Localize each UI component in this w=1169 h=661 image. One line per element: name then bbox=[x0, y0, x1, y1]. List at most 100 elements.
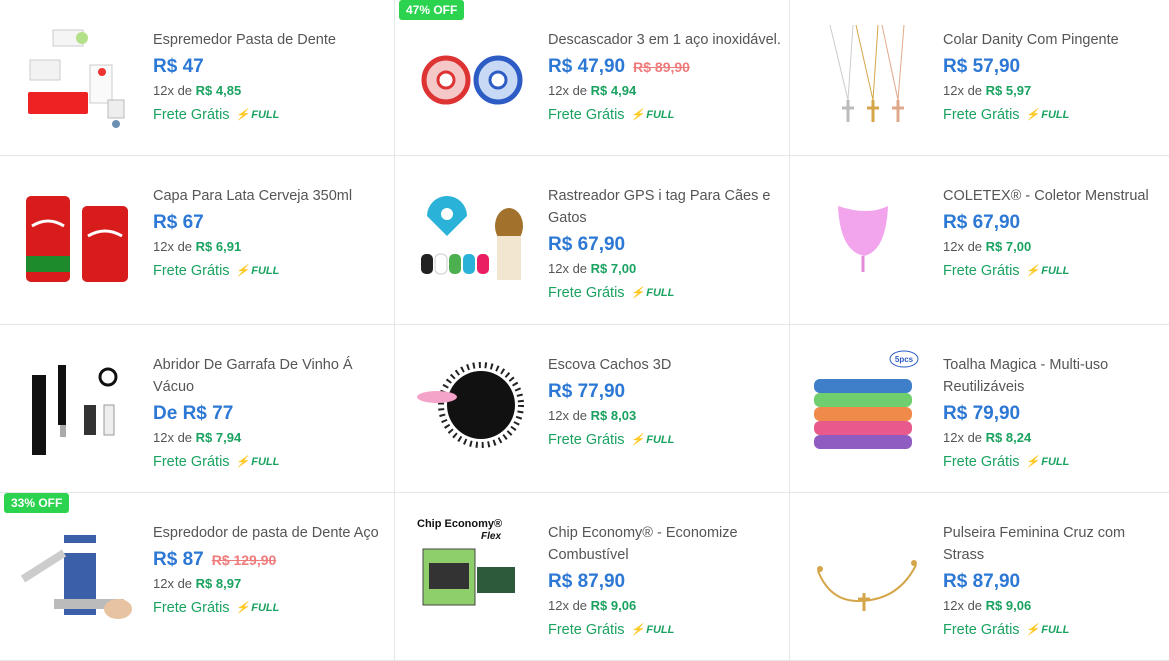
product-card[interactable]: Pulseira Feminina Cruz com Strass R$ 87,… bbox=[790, 493, 1169, 661]
full-badge: ⚡ FULL bbox=[631, 619, 675, 641]
full-badge: ⚡ FULL bbox=[1026, 451, 1070, 473]
installments: 12x de R$ 8,24 bbox=[943, 430, 1032, 445]
full-badge: ⚡ FULL bbox=[236, 451, 280, 473]
product-card[interactable]: 47% OFF Descascador 3 em 1 aço inoxidáve… bbox=[395, 0, 790, 156]
svg-text:Flex: Flex bbox=[481, 531, 501, 542]
product-card[interactable]: Capa Para Lata Cerveja 350ml R$ 67 12x d… bbox=[0, 156, 395, 325]
product-title[interactable]: Capa Para Lata Cerveja 350ml bbox=[153, 185, 386, 207]
lightning-icon: ⚡ bbox=[1025, 456, 1040, 468]
installments: 12x de R$ 9,06 bbox=[548, 598, 637, 613]
shipping: Frete Grátis ⚡ FULL bbox=[548, 429, 781, 451]
product-card[interactable]: Rastreador GPS i tag Para Cães e Gatos R… bbox=[395, 156, 790, 325]
full-badge: ⚡ FULL bbox=[236, 104, 280, 126]
full-badge: ⚡ FULL bbox=[1026, 104, 1070, 126]
product-title[interactable]: Espremedor Pasta de Dente bbox=[153, 29, 386, 51]
peeler-image[interactable] bbox=[413, 20, 533, 140]
installments: 12x de R$ 8,97 bbox=[153, 576, 242, 591]
can-cover-image[interactable] bbox=[18, 176, 138, 296]
product-title[interactable]: COLETEX® - Coletor Menstrual bbox=[943, 185, 1161, 207]
lightning-icon: ⚡ bbox=[1025, 624, 1040, 636]
installments: 12x de R$ 9,06 bbox=[943, 598, 1032, 613]
shipping: Frete Grátis ⚡ FULL bbox=[548, 104, 781, 126]
full-badge: ⚡ FULL bbox=[631, 429, 675, 451]
shipping: Frete Grátis ⚡ FULL bbox=[153, 104, 386, 126]
old-price: R$ 129,90 bbox=[211, 552, 277, 568]
shipping: Frete Grátis ⚡ FULL bbox=[153, 260, 386, 282]
product-price: R$ 57,90 bbox=[943, 56, 1021, 77]
product-price: R$ 87 bbox=[153, 549, 204, 570]
product-card[interactable]: Escova Cachos 3D R$ 77,90 12x de R$ 8,03… bbox=[395, 325, 790, 493]
menstrual-cup-image[interactable] bbox=[808, 176, 928, 296]
lightning-icon: ⚡ bbox=[235, 456, 250, 468]
discount-badge: 47% OFF bbox=[399, 0, 465, 20]
product-price: R$ 67,90 bbox=[943, 212, 1021, 233]
toothpaste-squeezer-image[interactable] bbox=[18, 20, 138, 140]
lightning-icon: ⚡ bbox=[235, 265, 250, 277]
installments: 12x de R$ 6,91 bbox=[153, 239, 242, 254]
lightning-icon: ⚡ bbox=[1025, 265, 1040, 277]
product-card[interactable]: COLETEX® - Coletor Menstrual R$ 67,90 12… bbox=[790, 156, 1169, 325]
shipping: Frete Grátis ⚡ FULL bbox=[943, 104, 1161, 126]
installments: 12x de R$ 5,97 bbox=[943, 83, 1032, 98]
product-title[interactable]: Abridor De Garrafa De Vinho Á Vácuo bbox=[153, 354, 386, 398]
product-price: R$ 79,90 bbox=[943, 403, 1021, 424]
product-price: R$ 47 bbox=[153, 56, 204, 77]
product-card[interactable]: Colar Danity Com Pingente R$ 57,90 12x d… bbox=[790, 0, 1169, 156]
shipping: Frete Grátis ⚡ FULL bbox=[153, 597, 386, 619]
shipping: Frete Grátis ⚡ FULL bbox=[548, 282, 781, 304]
product-card[interactable]: Abridor De Garrafa De Vinho Á Vácuo De R… bbox=[0, 325, 395, 493]
installments: 12x de R$ 7,00 bbox=[943, 239, 1032, 254]
installments: 12x de R$ 7,94 bbox=[153, 430, 242, 445]
wine-opener-image[interactable] bbox=[18, 345, 138, 465]
lightning-icon: ⚡ bbox=[235, 602, 250, 614]
full-badge: ⚡ FULL bbox=[631, 282, 675, 304]
product-title[interactable]: Espredodor de pasta de Dente Aço bbox=[153, 522, 386, 544]
product-grid: Espremedor Pasta de Dente R$ 47 12x de R… bbox=[0, 0, 1169, 661]
product-title[interactable]: Colar Danity Com Pingente bbox=[943, 29, 1161, 51]
product-title[interactable]: Rastreador GPS i tag Para Cães e Gatos bbox=[548, 185, 781, 229]
full-badge: ⚡ FULL bbox=[1026, 260, 1070, 282]
full-badge: ⚡ FULL bbox=[236, 260, 280, 282]
full-badge: ⚡ FULL bbox=[236, 597, 280, 619]
product-price: De R$ 77 bbox=[153, 403, 234, 424]
towels-image[interactable]: 5pcs bbox=[808, 345, 928, 465]
necklace-image[interactable] bbox=[808, 20, 928, 140]
product-card[interactable]: Chip Economy® Flex Chip Economy® - Econom… bbox=[395, 493, 790, 661]
product-price: R$ 47,90 bbox=[548, 56, 626, 77]
product-title[interactable]: Descascador 3 em 1 aço inoxidável. bbox=[548, 29, 781, 51]
full-badge: ⚡ FULL bbox=[1026, 619, 1070, 641]
shipping: Frete Grátis ⚡ FULL bbox=[943, 260, 1161, 282]
product-title[interactable]: Toalha Magica - Multi-uso Reutilizáveis bbox=[943, 354, 1161, 398]
shipping: Frete Grátis ⚡ FULL bbox=[153, 451, 386, 473]
svg-text:Chip Economy®: Chip Economy® bbox=[417, 518, 502, 530]
shipping: Frete Grátis ⚡ FULL bbox=[943, 619, 1161, 641]
gps-tag-image[interactable] bbox=[413, 176, 533, 296]
full-badge: ⚡ FULL bbox=[631, 104, 675, 126]
installments: 12x de R$ 4,85 bbox=[153, 83, 242, 98]
product-price: R$ 77,90 bbox=[548, 381, 626, 402]
product-card[interactable]: 33% OFF Espredodor de pasta de Dente Aço… bbox=[0, 493, 395, 661]
product-card[interactable]: Espremedor Pasta de Dente R$ 47 12x de R… bbox=[0, 0, 395, 156]
hair-brush-image[interactable] bbox=[413, 345, 533, 465]
old-price: R$ 89,90 bbox=[633, 59, 690, 75]
product-title[interactable]: Escova Cachos 3D bbox=[548, 354, 781, 376]
installments: 12x de R$ 4,94 bbox=[548, 83, 637, 98]
chip-economy-image[interactable]: Chip Economy® Flex bbox=[413, 513, 533, 633]
lightning-icon: ⚡ bbox=[630, 624, 645, 636]
lightning-icon: ⚡ bbox=[630, 109, 645, 121]
bracelet-image[interactable] bbox=[808, 513, 928, 633]
svg-text:5pcs: 5pcs bbox=[895, 355, 914, 364]
product-title[interactable]: Pulseira Feminina Cruz com Strass bbox=[943, 522, 1161, 566]
lightning-icon: ⚡ bbox=[235, 109, 250, 121]
lightning-icon: ⚡ bbox=[630, 434, 645, 446]
shipping: Frete Grátis ⚡ FULL bbox=[943, 451, 1161, 473]
lightning-icon: ⚡ bbox=[630, 287, 645, 299]
product-price: R$ 67,90 bbox=[548, 234, 626, 255]
shipping: Frete Grátis ⚡ FULL bbox=[548, 619, 781, 641]
installments: 12x de R$ 8,03 bbox=[548, 408, 637, 423]
product-card[interactable]: 5pcs Toalha Magica - Multi-uso Reutilizá… bbox=[790, 325, 1169, 493]
product-price: R$ 67 bbox=[153, 212, 204, 233]
product-title[interactable]: Chip Economy® - Economize Combustível bbox=[548, 522, 781, 566]
discount-badge: 33% OFF bbox=[4, 493, 70, 513]
steel-squeezer-image[interactable] bbox=[18, 513, 138, 633]
